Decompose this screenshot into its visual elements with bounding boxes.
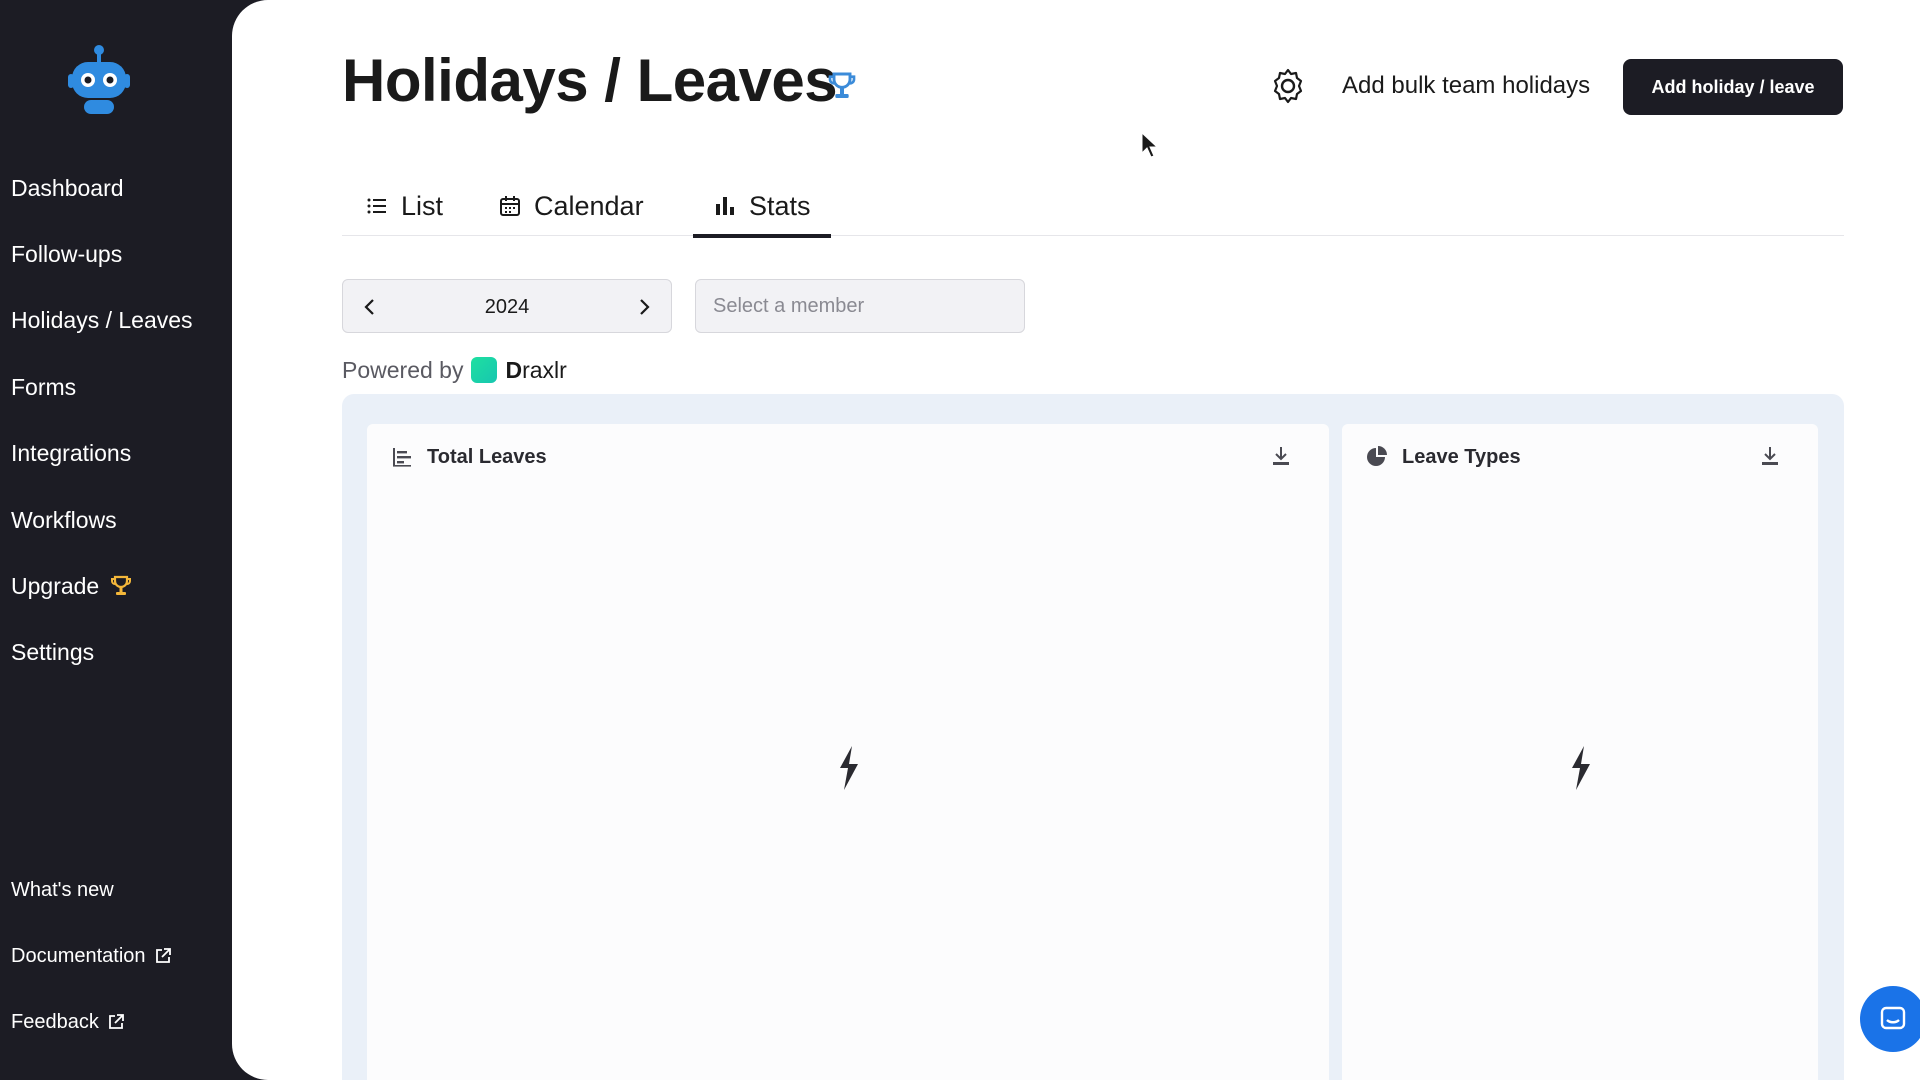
sidebar-item-label: Workflows [11,506,117,533]
loading-spinner-icon [1572,746,1590,790]
loading-spinner-icon [840,746,858,790]
chevron-right-icon[interactable] [631,294,657,320]
view-tabs: List Calendar Stats [342,176,1844,238]
add-holiday-leave-button[interactable]: Add holiday / leave [1623,59,1843,115]
tab-label: List [401,190,444,221]
year-picker: 2024 [342,279,672,333]
powered-by: Powered by Draxlr [342,355,567,385]
bar-chart-icon [716,197,734,215]
app-window: Dashboard Follow-ups Holidays / Leaves F… [0,0,1920,1080]
calendar-icon [500,196,520,216]
powered-by-label: Powered by [342,356,464,383]
card-title: Leave Types [1402,445,1521,468]
sidebar-item-holidays-leaves[interactable]: Holidays / Leaves [11,300,193,340]
external-link-icon [155,948,171,963]
download-icon[interactable] [1269,444,1293,468]
external-link-icon [108,1014,124,1029]
main-panel: Holidays / Leaves Add bulk team holidays… [232,0,1920,1080]
sidebar-item-documentation[interactable]: Documentation [11,940,172,972]
download-icon[interactable] [1758,444,1782,468]
chat-icon [1880,1006,1906,1030]
card-title: Total Leaves [427,445,547,468]
sidebar-item-label: What's new [11,878,114,901]
draxlr-brand[interactable]: Draxlr [505,357,566,384]
sidebar-item-label: Documentation [11,944,146,967]
trophy-icon[interactable] [826,70,858,102]
card-header: Total Leaves [391,442,547,472]
chevron-left-icon[interactable] [357,294,383,320]
draxlr-logo-icon[interactable] [471,357,498,383]
sidebar-item-settings[interactable]: Settings [11,632,94,672]
gear-icon[interactable] [1268,66,1308,106]
sidebar-item-forms[interactable]: Forms [11,367,76,407]
sidebar-item-label: Follow-ups [11,240,123,267]
sidebar-item-whats-new[interactable]: What's new [11,874,114,906]
chat-support-button[interactable] [1860,986,1920,1052]
bar-chart-horizontal-icon [393,448,411,467]
sidebar-item-label: Integrations [11,439,132,466]
stats-dashboard: Total Leaves Leave Types [342,394,1844,1080]
sidebar-item-dashboard[interactable]: Dashboard [11,168,124,208]
draxlr-brand-rest: raxlr [522,356,567,383]
robot-logo-icon[interactable] [68,44,130,120]
pie-chart-icon [1367,446,1387,466]
mouse-pointer-icon [1141,132,1159,158]
sidebar-item-integrations[interactable]: Integrations [11,433,131,473]
tab-calendar[interactable]: Calendar [498,176,644,236]
sidebar-item-upgrade[interactable]: Upgrade [11,566,133,606]
tab-label: Calendar [534,190,644,221]
tab-label: Stats [749,190,811,221]
list-icon [367,198,386,214]
tab-stats[interactable]: Stats [693,176,831,238]
year-value: 2024 [484,295,530,318]
sidebar-item-follow-ups[interactable]: Follow-ups [11,234,122,274]
member-select[interactable]: Select a member [695,279,1025,333]
total-leaves-card: Total Leaves [367,424,1329,1080]
trophy-icon [111,575,132,595]
leave-types-card: Leave Types [1342,424,1818,1080]
sidebar: Dashboard Follow-ups Holidays / Leaves F… [0,0,232,1080]
sidebar-item-label: Holidays / Leaves [11,306,193,333]
page-title: Holidays / Leaves [342,47,838,114]
card-header: Leave Types [1366,442,1521,472]
sidebar-item-workflows[interactable]: Workflows [11,500,117,540]
sidebar-item-label: Dashboard [11,174,124,201]
draxlr-brand-initial: D [505,356,523,383]
sidebar-item-label: Forms [11,373,77,400]
tab-list[interactable]: List [365,176,443,236]
sidebar-item-label: Upgrade [11,572,100,599]
sidebar-item-label: Settings [11,638,95,665]
sidebar-item-label: Feedback [11,1010,99,1033]
sidebar-item-feedback[interactable]: Feedback [11,1006,125,1038]
add-bulk-team-holidays-button[interactable]: Add bulk team holidays [1342,66,1590,106]
